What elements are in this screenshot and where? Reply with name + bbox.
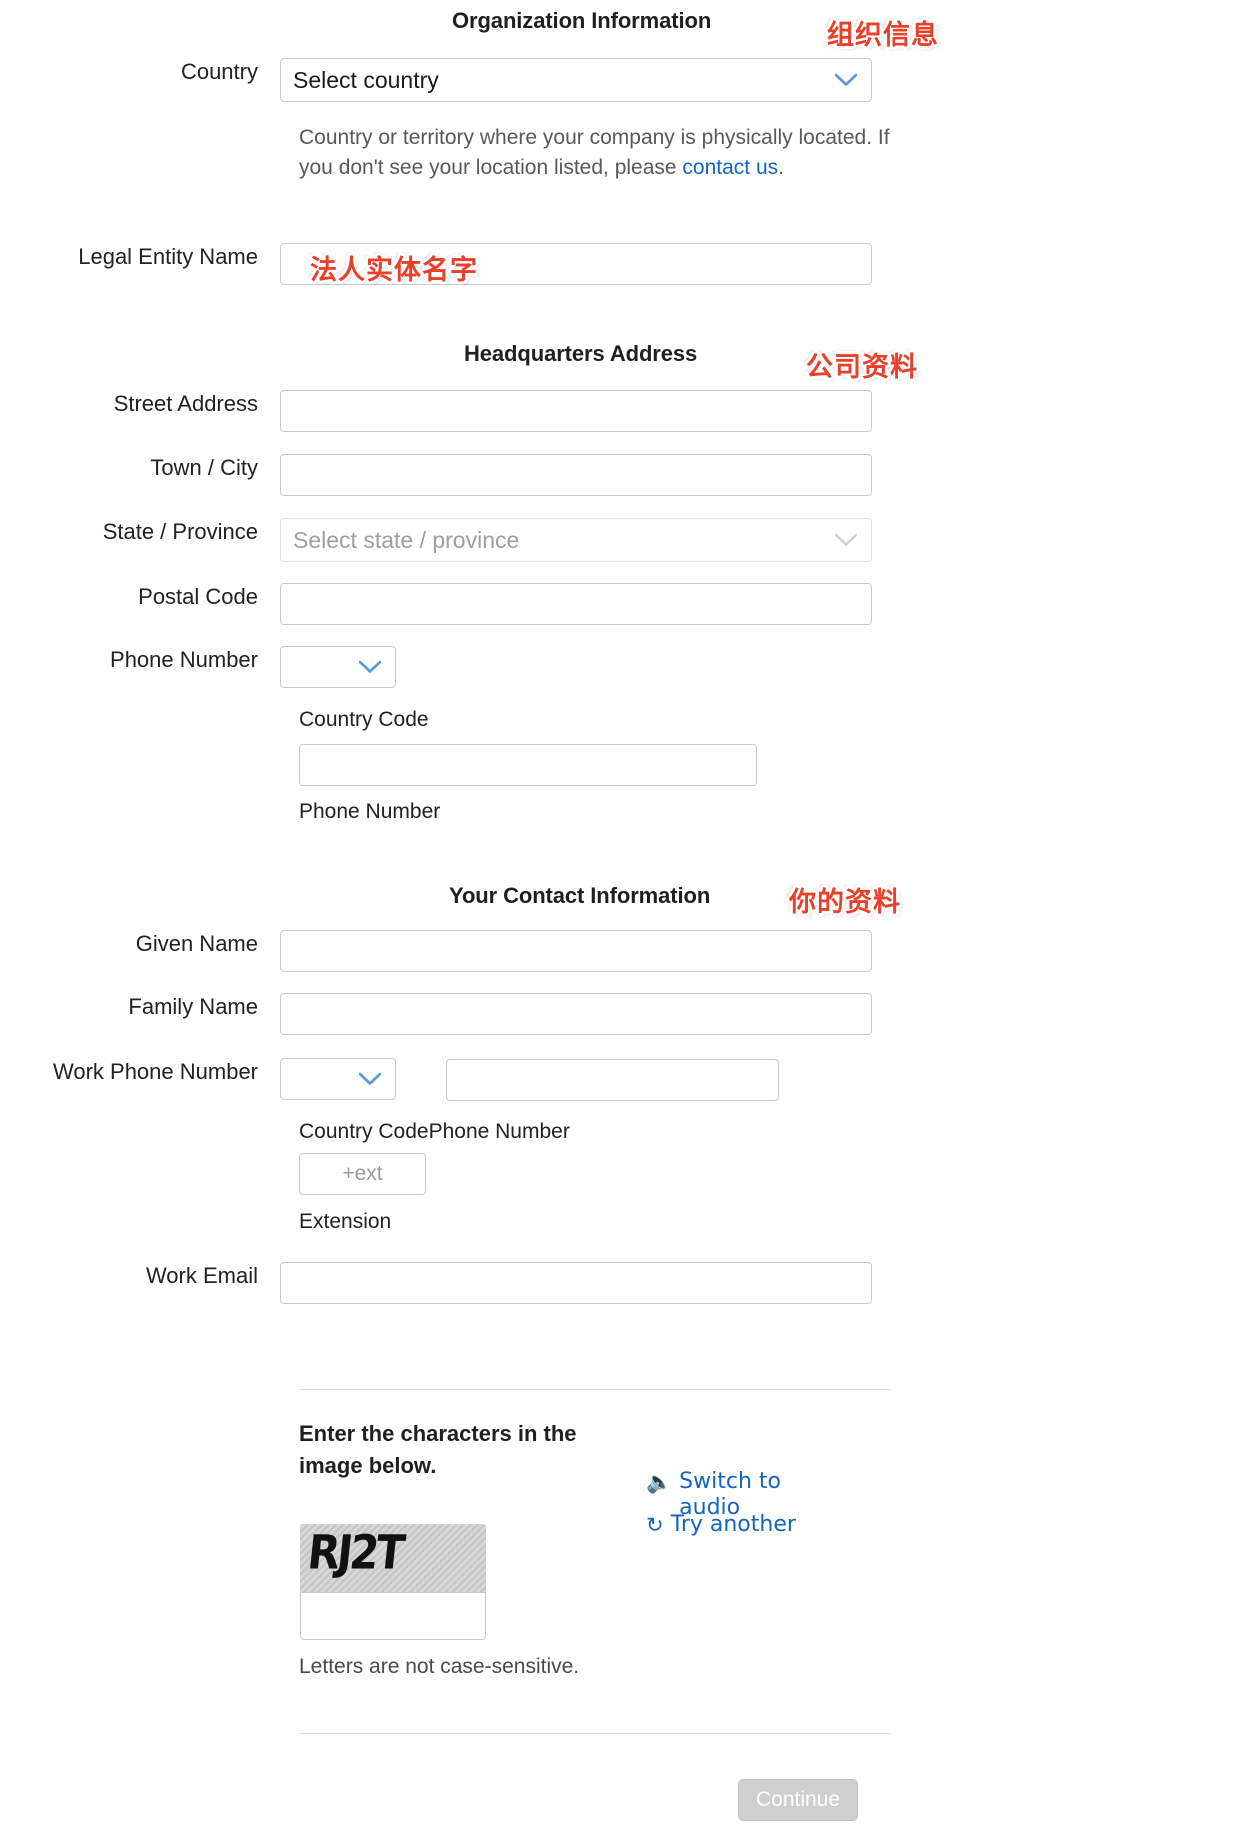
country-select[interactable]: Select country — [280, 58, 872, 102]
field-family-name — [280, 993, 872, 1035]
captcha-case-note: Letters are not case-sensitive. — [299, 1655, 580, 1678]
refresh-icon: ↻ — [646, 1513, 664, 1537]
phone-country-code-select[interactable] — [280, 646, 396, 688]
row-state-province: State / Province Select state / province — [0, 518, 872, 562]
chevron-down-icon — [359, 660, 381, 674]
sublabel-work-country-code: Country Code — [299, 1120, 429, 1143]
work-phone-country-code-select[interactable] — [280, 1058, 396, 1100]
label-postal-code: Postal Code — [138, 584, 258, 609]
field-state-province: Select state / province — [280, 518, 872, 562]
captcha-input[interactable] — [300, 1592, 486, 1640]
contact-us-link[interactable]: contact us — [682, 156, 778, 179]
speaker-icon: 🔈 — [646, 1470, 673, 1494]
family-name-input[interactable] — [280, 993, 872, 1035]
label-work-phone-number: Work Phone Number — [52, 1059, 258, 1084]
row-town-city: Town / City — [0, 454, 872, 496]
chevron-down-icon — [359, 1072, 381, 1086]
label-town-city: Town / City — [150, 455, 258, 480]
given-name-input[interactable] — [280, 930, 872, 972]
street-address-input[interactable] — [280, 390, 872, 432]
row-postal-code: Postal Code — [0, 583, 872, 625]
captcha-prompt: Enter the characters in the image below. — [299, 1421, 577, 1478]
state-province-select-value: Select state / province — [293, 527, 520, 553]
row-country: Country Select country — [0, 58, 872, 102]
town-city-input[interactable] — [280, 454, 872, 496]
field-town-city — [280, 454, 872, 496]
row-work-email: Work Email — [0, 1262, 872, 1304]
captcha-image: RJ2T — [300, 1524, 486, 1592]
annotation-headquarters-address: 公司资料 — [806, 352, 918, 383]
work-phone-number-input[interactable] — [446, 1059, 779, 1101]
signup-form-page: Organization Information 组织信息 Country Se… — [0, 0, 1252, 1836]
row-given-name: Given Name — [0, 930, 872, 972]
field-work-phone-number — [280, 1058, 396, 1100]
field-phone-number — [280, 646, 396, 688]
country-help-text: Country or territory where your company … — [299, 123, 899, 183]
country-help-after: . — [778, 156, 784, 179]
field-postal-code — [280, 583, 872, 625]
sublabel-phone-country-code: Country Code — [299, 708, 429, 731]
sublabel-work-phone-number: Phone Number — [428, 1120, 570, 1143]
state-province-select[interactable]: Select state / province — [280, 518, 872, 562]
try-another-link[interactable]: ↻ Try another — [646, 1512, 826, 1538]
annotation-legal-entity-name: 法人实体名字 — [310, 255, 478, 286]
postal-code-input[interactable] — [280, 583, 872, 625]
try-another-label: Try another — [670, 1512, 796, 1537]
label-legal-entity-name: Legal Entity Name — [78, 244, 258, 269]
row-work-phone-number: Work Phone Number — [0, 1058, 396, 1100]
divider-above-continue — [299, 1733, 891, 1734]
label-family-name: Family Name — [128, 994, 258, 1019]
section-heading-contact: Your Contact Information — [449, 883, 711, 908]
label-phone-number: Phone Number — [110, 647, 258, 672]
chevron-down-icon — [835, 533, 857, 547]
sublabel-extension: Extension — [299, 1210, 392, 1233]
annotation-your-contact-information: 你的资料 — [789, 887, 901, 918]
field-country: Select country — [280, 58, 872, 102]
divider-above-captcha — [299, 1389, 891, 1390]
sublabel-work-phone-group: Country CodePhone Number — [299, 1118, 570, 1146]
work-phone-extension-input[interactable] — [299, 1153, 426, 1195]
country-help-before: Country or territory where your company … — [299, 126, 890, 179]
label-state-province: State / Province — [102, 519, 258, 544]
sublabel-phone-number: Phone Number — [299, 800, 441, 823]
work-email-input[interactable] — [280, 1262, 872, 1304]
section-heading-organization: Organization Information — [452, 8, 712, 33]
country-select-value: Select country — [293, 67, 439, 93]
continue-button[interactable]: Continue — [738, 1779, 858, 1821]
section-heading-headquarters: Headquarters Address — [464, 341, 698, 366]
field-street-address — [280, 390, 872, 432]
label-street-address: Street Address — [113, 391, 258, 416]
captcha-image-text: RJ2T — [305, 1525, 405, 1580]
row-phone-number: Phone Number — [0, 646, 396, 688]
row-family-name: Family Name — [0, 993, 872, 1035]
label-given-name: Given Name — [135, 931, 258, 956]
field-work-email — [280, 1262, 872, 1304]
chevron-down-icon — [835, 73, 857, 87]
field-given-name — [280, 930, 872, 972]
annotation-organization-information: 组织信息 — [827, 20, 939, 51]
phone-number-input[interactable] — [299, 744, 757, 786]
label-country: Country — [180, 59, 258, 84]
row-street-address: Street Address — [0, 390, 872, 432]
label-work-email: Work Email — [145, 1263, 258, 1288]
